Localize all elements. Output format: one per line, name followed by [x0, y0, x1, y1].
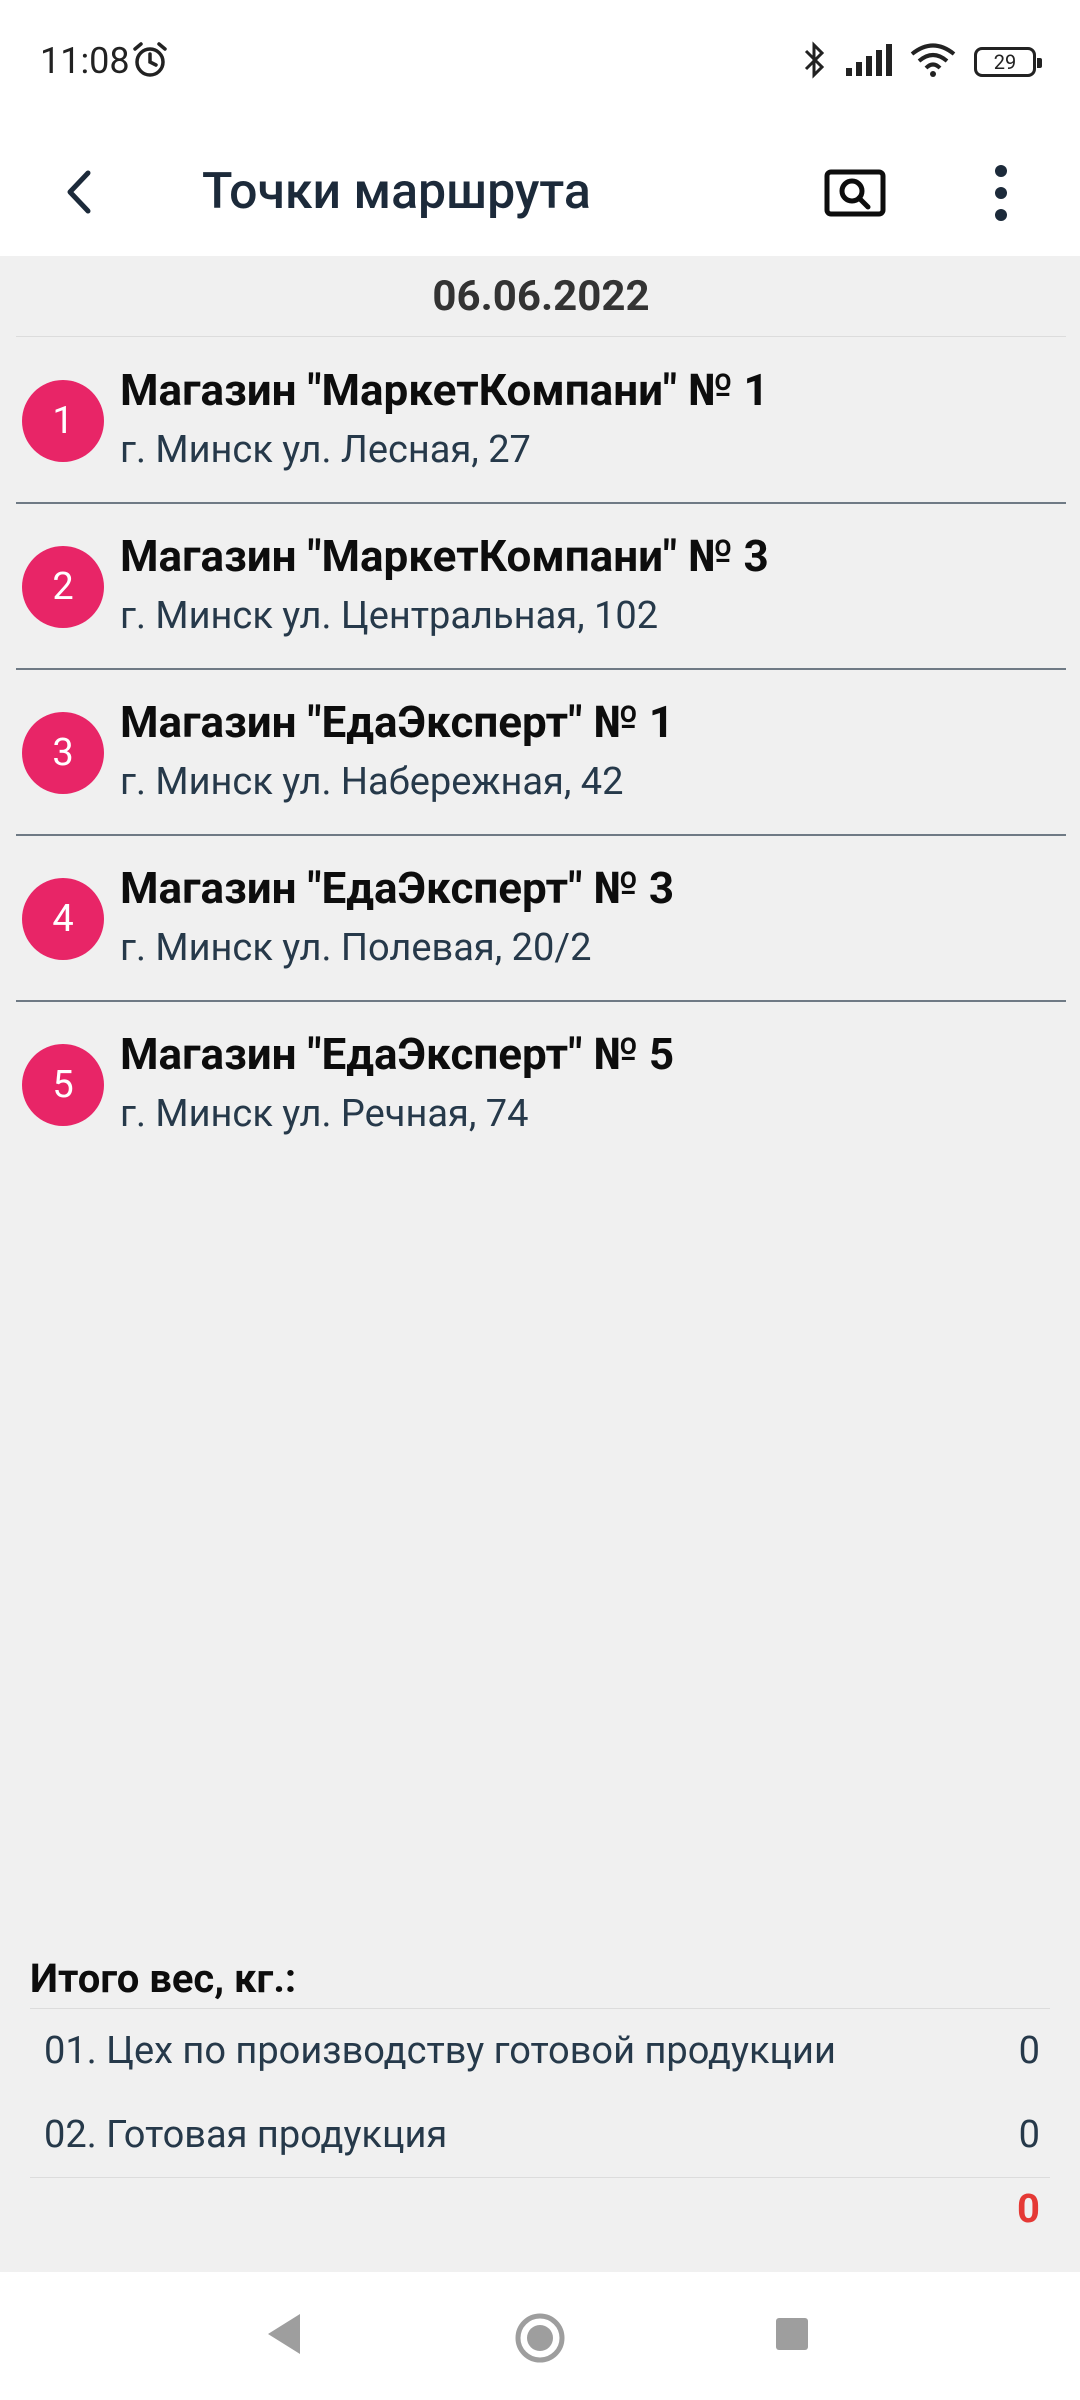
more-options-button[interactable] — [966, 152, 1036, 234]
search-button[interactable] — [814, 152, 896, 234]
route-point-number: 5 — [22, 1044, 104, 1126]
back-button[interactable] — [44, 156, 116, 228]
route-point-number: 1 — [22, 380, 104, 462]
route-point-number: 4 — [22, 878, 104, 960]
totals-section: Итого вес, кг.: 01. Цех по производству … — [30, 1950, 1050, 2238]
route-point-address: г. Минск ул. Центральная, 102 — [120, 594, 659, 638]
nav-recent-icon[interactable] — [774, 2316, 810, 2356]
route-point-row[interactable]: 1 Магазин "МаркетКомпани" № 1 г. Минск у… — [16, 338, 1066, 504]
page-title: Точки маршрута — [202, 163, 591, 221]
more-vert-icon — [995, 165, 1007, 221]
nav-back-icon[interactable] — [264, 2312, 304, 2360]
totals-sum: 0 — [1017, 2184, 1040, 2232]
bluetooth-icon — [802, 40, 828, 84]
route-point-row[interactable]: 4 Магазин "ЕдаЭксперт" № 3 г. Минск ул. … — [16, 836, 1066, 1002]
route-point-title: Магазин "МаркетКомпани" № 3 — [120, 530, 769, 582]
status-time: 11:08 — [40, 40, 130, 82]
system-nav-bar — [0, 2272, 1080, 2400]
totals-row: 01. Цех по производству готовой продукци… — [30, 2009, 1050, 2093]
date-header: 06.06.2022 — [16, 256, 1066, 337]
route-point-number: 2 — [22, 546, 104, 628]
alarm-icon — [130, 40, 170, 84]
status-bar: 11:08 29 — [0, 0, 1080, 128]
route-points-list: 1 Магазин "МаркетКомпани" № 1 г. Минск у… — [0, 338, 1080, 1166]
route-point-address: г. Минск ул. Речная, 74 — [120, 1092, 529, 1136]
route-point-title: Магазин "ЕдаЭксперт" № 3 — [120, 862, 675, 914]
signal-icon — [846, 44, 892, 80]
route-point-row[interactable]: 5 Магазин "ЕдаЭксперт" № 5 г. Минск ул. … — [16, 1002, 1066, 1166]
totals-row-value: 0 — [1018, 2029, 1040, 2073]
route-point-row[interactable]: 2 Магазин "МаркетКомпани" № 3 г. Минск у… — [16, 504, 1066, 670]
route-point-title: Магазин "МаркетКомпани" № 1 — [120, 364, 769, 416]
battery-level: 29 — [993, 50, 1017, 74]
route-point-address: г. Минск ул. Лесная, 27 — [120, 428, 531, 472]
route-point-address: г. Минск ул. Набережная, 42 — [120, 760, 624, 804]
totals-row-label: 02. Готовая продукция — [44, 2113, 448, 2157]
wifi-icon — [910, 43, 956, 81]
totals-title: Итого вес, кг.: — [30, 1950, 1050, 2009]
totals-row-value: 0 — [1018, 2113, 1040, 2157]
nav-home-icon[interactable] — [514, 2312, 566, 2368]
route-point-address: г. Минск ул. Полевая, 20/2 — [120, 926, 592, 970]
route-point-row[interactable]: 3 Магазин "ЕдаЭксперт" № 1 г. Минск ул. … — [16, 670, 1066, 836]
back-arrow-icon — [67, 170, 91, 214]
search-icon — [824, 169, 886, 217]
route-point-title: Магазин "ЕдаЭксперт" № 1 — [120, 696, 675, 748]
route-point-number: 3 — [22, 712, 104, 794]
app-bar: Точки маршрута — [0, 128, 1080, 256]
route-point-title: Магазин "ЕдаЭксперт" № 5 — [120, 1028, 675, 1080]
totals-row: 02. Готовая продукция 0 — [30, 2093, 1050, 2178]
battery-icon: 29 — [974, 47, 1042, 77]
totals-row-label: 01. Цех по производству готовой продукци… — [44, 2029, 836, 2073]
